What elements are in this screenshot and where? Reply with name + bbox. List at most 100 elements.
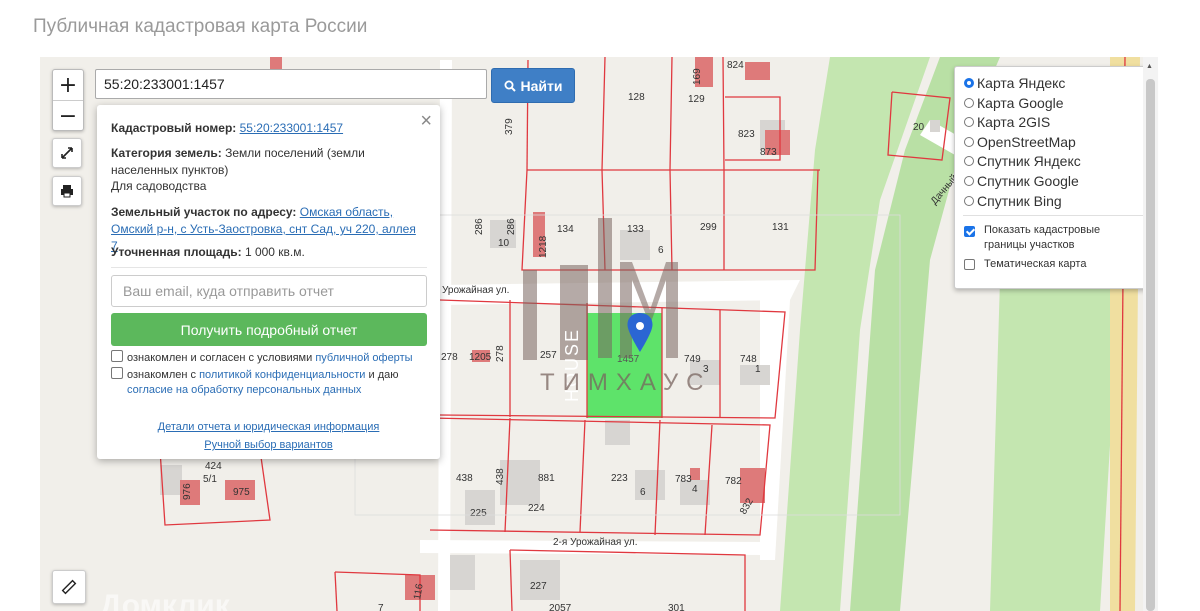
svg-text:227: 227 — [530, 581, 547, 592]
thematic-map-option[interactable]: Тематическая карта — [964, 258, 1086, 270]
radio-icon[interactable] — [964, 78, 974, 88]
fullscreen-button[interactable] — [52, 138, 82, 168]
offer-link[interactable]: публичной оферты — [315, 352, 412, 364]
report-details-link[interactable]: Детали отчета и юридическая информация — [158, 421, 380, 433]
layer-option-google-satellite[interactable]: Спутник Google — [964, 173, 1079, 189]
svg-text:223: 223 — [611, 473, 628, 484]
svg-text:286: 286 — [506, 218, 517, 235]
layer-option-yandex-map[interactable]: Карта Яндекс — [964, 75, 1065, 91]
svg-text:379: 379 — [504, 118, 515, 135]
layer-label: OpenStreetMap — [977, 134, 1076, 150]
svg-text:438: 438 — [495, 468, 506, 485]
email-field[interactable]: Ваш email, куда отправить отчет — [111, 275, 427, 307]
print-button[interactable] — [52, 176, 82, 206]
svg-text:2057: 2057 — [549, 603, 572, 611]
radio-icon[interactable] — [964, 196, 974, 206]
layer-label: Спутник Яндекс — [977, 153, 1081, 169]
layer-option-2gis[interactable]: Карта 2GIS — [964, 114, 1050, 130]
svg-text:257: 257 — [540, 350, 557, 361]
svg-text:286: 286 — [474, 218, 485, 235]
domclick-watermark: Домклик — [100, 589, 230, 611]
layer-label: Спутник Bing — [977, 193, 1062, 209]
svg-text:881: 881 — [538, 473, 555, 484]
consent-link[interactable]: согласие на обработку персональных данны… — [127, 384, 361, 396]
privacy-checkbox[interactable] — [111, 367, 123, 379]
plot-info-popup: × Кадастровый номер: 55:20:233001:1457 К… — [97, 105, 440, 459]
scroll-thumb[interactable] — [1146, 79, 1155, 611]
layer-option-osm[interactable]: OpenStreetMap — [964, 134, 1076, 150]
privacy-text: ознакомлен с — [127, 369, 197, 381]
scroll-up-icon[interactable]: ▲ — [1146, 63, 1153, 70]
svg-text:1: 1 — [755, 364, 761, 375]
show-borders-label: Показать кадастровые границы участков — [984, 224, 1101, 251]
svg-text:224: 224 — [528, 503, 545, 514]
svg-text:6: 6 — [640, 487, 646, 498]
svg-text:278: 278 — [495, 345, 506, 362]
svg-text:10: 10 — [498, 238, 510, 249]
layer-label: Карта Яндекс — [977, 75, 1066, 91]
svg-text:782: 782 — [725, 476, 742, 487]
close-icon[interactable]: × — [420, 110, 432, 133]
search-icon — [504, 80, 516, 92]
street-label: Урожайная ул. — [442, 285, 509, 296]
svg-text:129: 129 — [688, 94, 705, 105]
zoom-out-button[interactable]: − — [53, 101, 83, 131]
svg-text:5/1: 5/1 — [203, 474, 217, 485]
layer-label: Спутник Google — [977, 173, 1079, 189]
privacy-text-2: и даю — [368, 369, 399, 381]
layer-option-bing-satellite[interactable]: Спутник Bing — [964, 193, 1062, 209]
layer-option-google-map[interactable]: Карта Google — [964, 95, 1064, 111]
svg-text:749: 749 — [684, 354, 701, 365]
svg-text:278: 278 — [441, 352, 458, 363]
offer-text: ознакомлен и согласен с условиями — [127, 352, 313, 364]
offer-checkbox[interactable] — [111, 350, 123, 362]
layer-label: Карта Google — [977, 95, 1064, 111]
area-label: Уточненная площадь: — [111, 245, 242, 259]
search-button-label: Найти — [520, 77, 563, 94]
svg-text:975: 975 — [233, 487, 250, 498]
svg-text:20: 20 — [913, 122, 925, 133]
svg-text:128: 128 — [628, 92, 645, 103]
printer-icon — [61, 185, 73, 198]
privacy-link[interactable]: политикой конфиденциальности — [199, 369, 365, 381]
ruler-icon — [61, 579, 77, 595]
radio-icon[interactable] — [964, 137, 974, 147]
search-button[interactable]: Найти — [491, 68, 575, 103]
svg-text:873: 873 — [760, 147, 777, 158]
manual-select-link[interactable]: Ручной выбор вариантов — [204, 439, 332, 451]
expand-icon — [61, 147, 73, 159]
svg-text:823: 823 — [738, 129, 755, 140]
layer-option-yandex-satellite[interactable]: Спутник Яндекс — [964, 153, 1081, 169]
land-use-value: Для садоводства — [111, 179, 207, 193]
radio-icon[interactable] — [964, 176, 974, 186]
radio-icon[interactable] — [964, 117, 974, 127]
area-value: 1 000 кв.м. — [244, 245, 305, 259]
watermark-text: ТИМХАУС — [540, 369, 712, 396]
svg-text:301: 301 — [668, 603, 685, 611]
svg-text:976: 976 — [182, 483, 193, 500]
svg-text:6: 6 — [658, 245, 664, 256]
thematic-map-checkbox[interactable] — [964, 258, 975, 270]
show-borders-checkbox[interactable] — [964, 226, 975, 237]
divider — [963, 215, 1143, 216]
svg-text:7: 7 — [378, 603, 384, 611]
cad-number-label: Кадастровый номер: — [111, 121, 237, 135]
scrollbar[interactable]: ▲ — [1143, 57, 1158, 611]
svg-text:438: 438 — [456, 473, 473, 484]
zoom-in-button[interactable]: + — [53, 70, 83, 101]
cadastral-search-input[interactable] — [95, 69, 487, 99]
radio-icon[interactable] — [964, 156, 974, 166]
svg-text:783: 783 — [675, 474, 692, 485]
svg-text:824: 824 — [727, 60, 744, 71]
zoom-control: + − — [52, 69, 84, 131]
get-report-button[interactable]: Получить подробный отчет — [111, 313, 427, 346]
thematic-map-label: Тематическая карта — [984, 258, 1087, 270]
cad-number-link[interactable]: 55:20:233001:1457 — [240, 121, 343, 135]
show-borders-option[interactable]: Показать кадастровые границы участков — [964, 223, 1134, 253]
svg-text:169: 169 — [692, 68, 703, 85]
svg-text:424: 424 — [205, 461, 222, 472]
measure-button[interactable] — [52, 570, 86, 604]
layer-label: Карта 2GIS — [977, 114, 1051, 130]
svg-text:225: 225 — [470, 508, 487, 519]
radio-icon[interactable] — [964, 98, 974, 108]
